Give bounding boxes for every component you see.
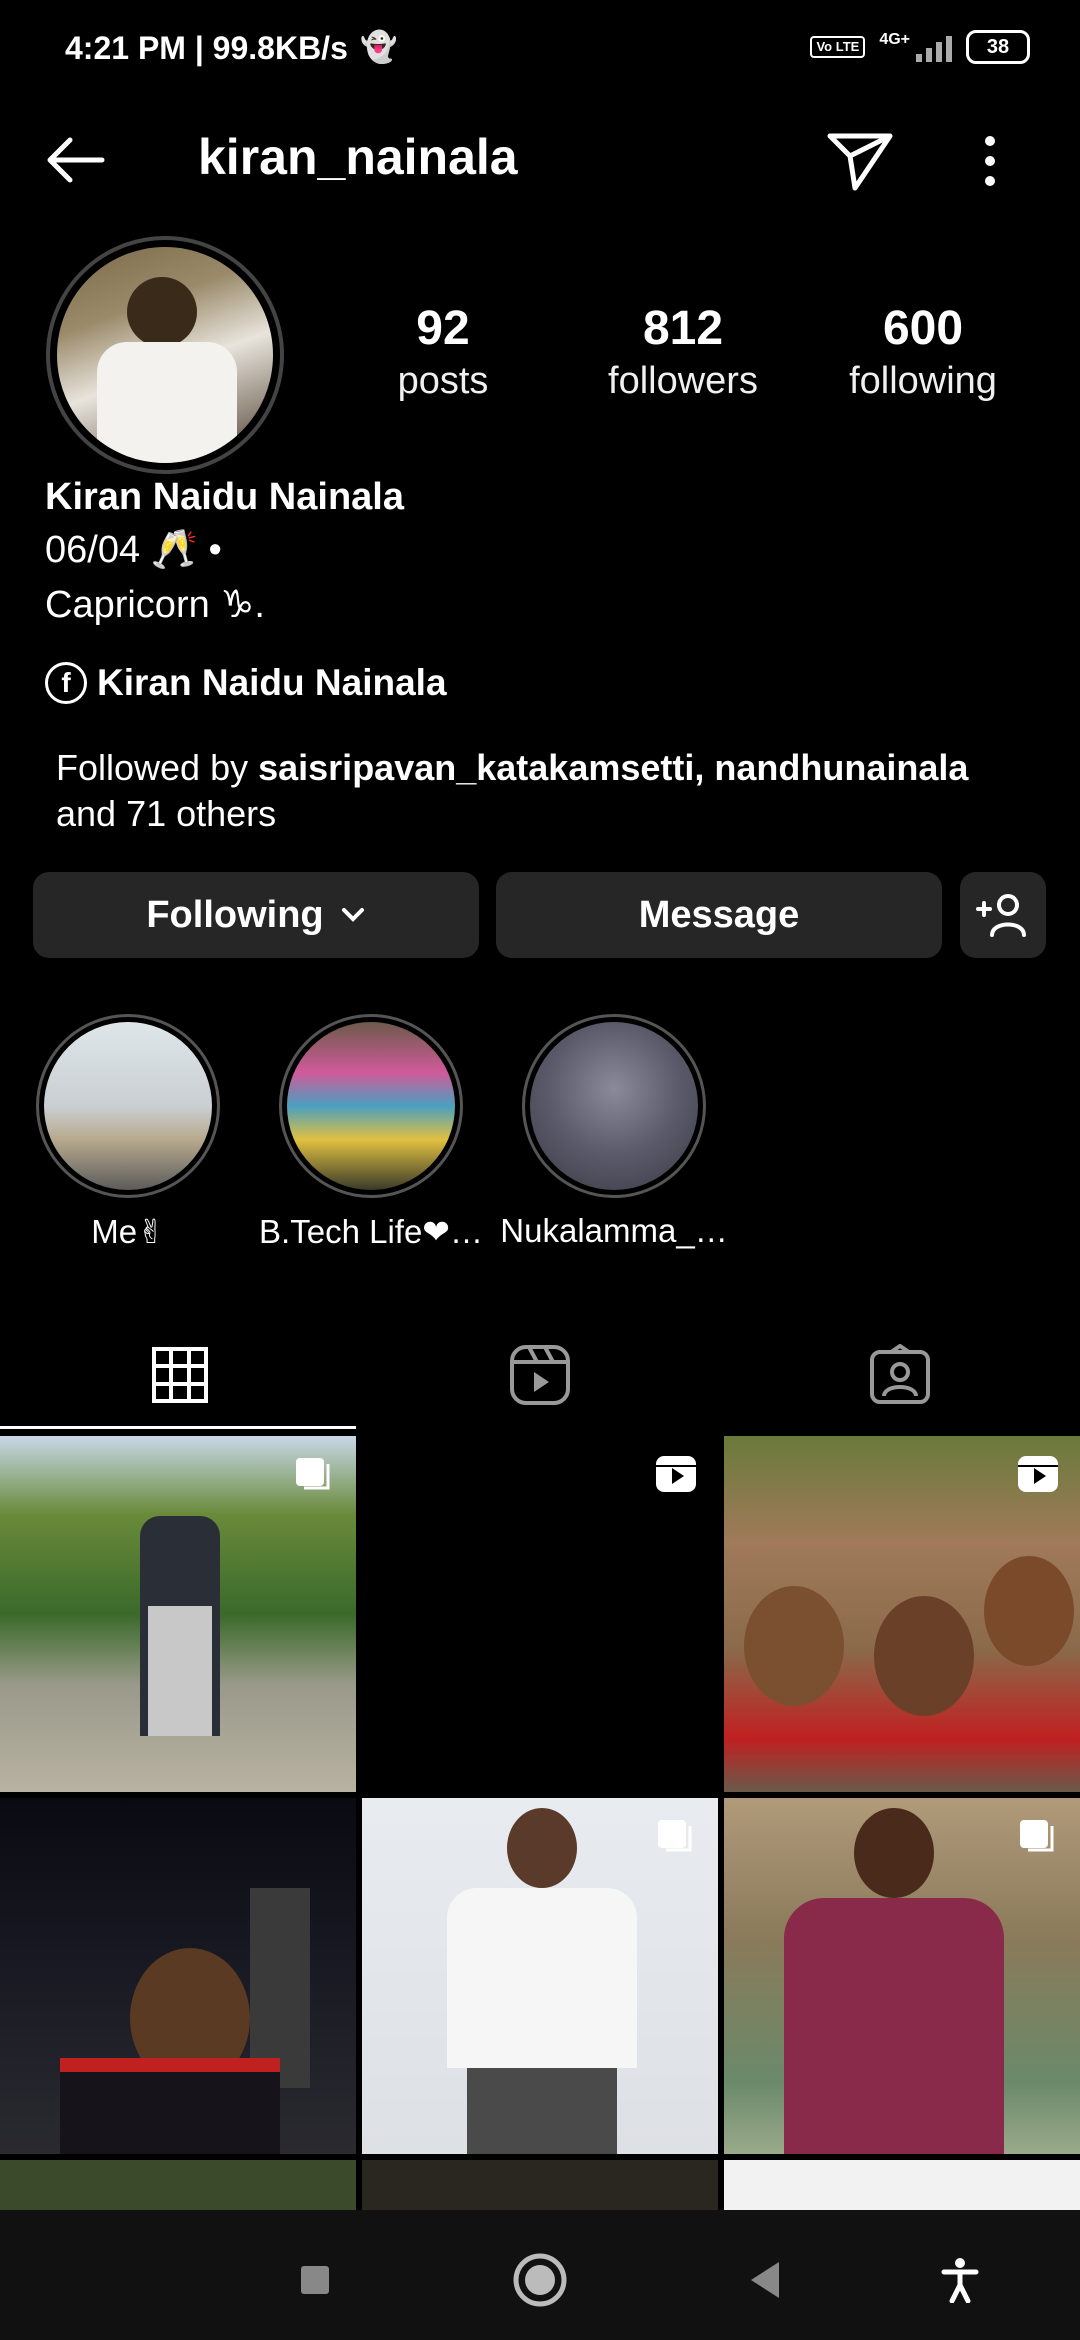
highlight-thumbnail xyxy=(44,1022,212,1190)
chevron-down-icon xyxy=(341,908,364,922)
back-arrow-icon[interactable] xyxy=(40,130,110,190)
following-label: following xyxy=(849,360,997,402)
network-type: 4G+ xyxy=(879,31,910,48)
post-thumbnail[interactable] xyxy=(0,1798,356,2154)
facebook-icon: f xyxy=(45,662,87,704)
following-value: 600 xyxy=(882,302,964,355)
grid-icon xyxy=(152,1347,208,1403)
followers-label: followers xyxy=(608,360,758,402)
highlight-btech-life[interactable]: B.Tech Life❤… xyxy=(259,1014,483,1251)
reels-badge-icon xyxy=(656,1456,696,1492)
post-thumbnail[interactable] xyxy=(362,1436,718,1792)
message-button[interactable]: Message xyxy=(496,872,942,958)
accessibility-button[interactable] xyxy=(930,2250,990,2310)
tab-reels[interactable] xyxy=(360,1320,720,1430)
recent-apps-button[interactable] xyxy=(285,2250,345,2310)
send-message-icon[interactable] xyxy=(820,126,900,196)
post-thumbnail[interactable] xyxy=(724,1436,1080,1792)
profile-username: kiran_nainala xyxy=(198,129,518,185)
posts-label: posts xyxy=(397,360,489,402)
snapchat-icon: 👻 xyxy=(360,31,398,64)
bio-line-1: 06/04 🥂 • xyxy=(45,529,222,571)
system-navigation-bar xyxy=(0,2210,1080,2340)
posts-count[interactable]: 92 posts xyxy=(343,300,543,404)
followed-by-prefix: Followed by xyxy=(56,747,259,788)
posts-value: 92 xyxy=(416,302,470,355)
square-icon xyxy=(301,2266,329,2294)
more-options-icon[interactable] xyxy=(960,126,1020,196)
home-button[interactable] xyxy=(510,2250,570,2310)
suggested-users-button[interactable] xyxy=(960,872,1046,958)
followers-value: 812 xyxy=(642,302,724,355)
highlight-label: Nukalamma_… xyxy=(500,1212,728,1249)
highlight-label: Me✌ xyxy=(91,1213,165,1250)
carousel-icon xyxy=(1020,1820,1054,1852)
highlight-me[interactable]: Me✌ xyxy=(33,1014,223,1251)
profile-header: kiran_nainala xyxy=(0,110,1080,210)
signal-icon xyxy=(916,32,952,62)
facebook-link[interactable]: f Kiran Naidu Nainala xyxy=(45,662,447,704)
following-button-label: Following xyxy=(146,893,324,936)
status-icons: Vo LTE 4G+ 38 xyxy=(810,30,1030,64)
following-count[interactable]: 600 following xyxy=(823,300,1023,404)
highlight-label: B.Tech Life❤… xyxy=(259,1213,483,1250)
followed-by-suffix: and 71 others xyxy=(56,793,277,834)
tab-posts-grid[interactable] xyxy=(0,1320,360,1430)
followed-by[interactable]: Followed by saisripavan_katakamsetti, na… xyxy=(56,745,1036,837)
triangle-back-icon xyxy=(751,2262,779,2298)
followed-by-separator: , xyxy=(694,747,715,788)
post-thumbnail[interactable] xyxy=(362,2160,718,2210)
post-thumbnail[interactable] xyxy=(0,2160,356,2210)
post-thumbnail[interactable] xyxy=(0,1436,356,1792)
tagged-icon xyxy=(870,1344,930,1404)
circle-icon xyxy=(513,2253,567,2307)
carousel-icon xyxy=(296,1458,330,1490)
followed-by-user-2: nandhunainala xyxy=(714,747,969,788)
avatar-photo xyxy=(57,247,273,463)
bio-line-2: Capricorn ♑. xyxy=(45,584,265,626)
add-person-icon xyxy=(976,894,1026,937)
highlight-thumbnail xyxy=(530,1022,698,1190)
back-button[interactable] xyxy=(735,2250,795,2310)
facebook-name: Kiran Naidu Nainala xyxy=(97,662,447,703)
followers-count[interactable]: 812 followers xyxy=(583,300,783,404)
profile-full-name: Kiran Naidu Nainala xyxy=(45,476,404,518)
post-thumbnail[interactable] xyxy=(724,1798,1080,2154)
status-bar: 4:21 PM | 99.8KB/s 👻 Vo LTE 4G+ 38 xyxy=(0,0,1080,100)
post-thumbnail[interactable] xyxy=(724,2160,1080,2210)
active-tab-indicator xyxy=(0,1426,356,1429)
tab-tagged[interactable] xyxy=(720,1320,1080,1430)
volte-icon: Vo LTE xyxy=(810,36,866,58)
message-button-label: Message xyxy=(638,893,800,936)
highlight-nukalamma[interactable]: Nukalamma_… xyxy=(500,1014,728,1250)
profile-tabs xyxy=(0,1320,1080,1430)
reels-icon xyxy=(510,1345,570,1405)
followed-by-user-1: saisripavan_katakamsetti xyxy=(258,747,695,788)
post-thumbnail[interactable] xyxy=(362,1798,718,2154)
highlight-thumbnail xyxy=(287,1022,455,1190)
reels-badge-icon xyxy=(1018,1456,1058,1492)
carousel-icon xyxy=(658,1820,692,1852)
following-button[interactable]: Following xyxy=(33,872,479,958)
profile-avatar[interactable] xyxy=(46,236,284,474)
status-time: 4:21 PM | 99.8KB/s xyxy=(65,30,348,66)
accessibility-icon xyxy=(941,2258,979,2303)
battery-icon: 38 xyxy=(966,30,1030,64)
